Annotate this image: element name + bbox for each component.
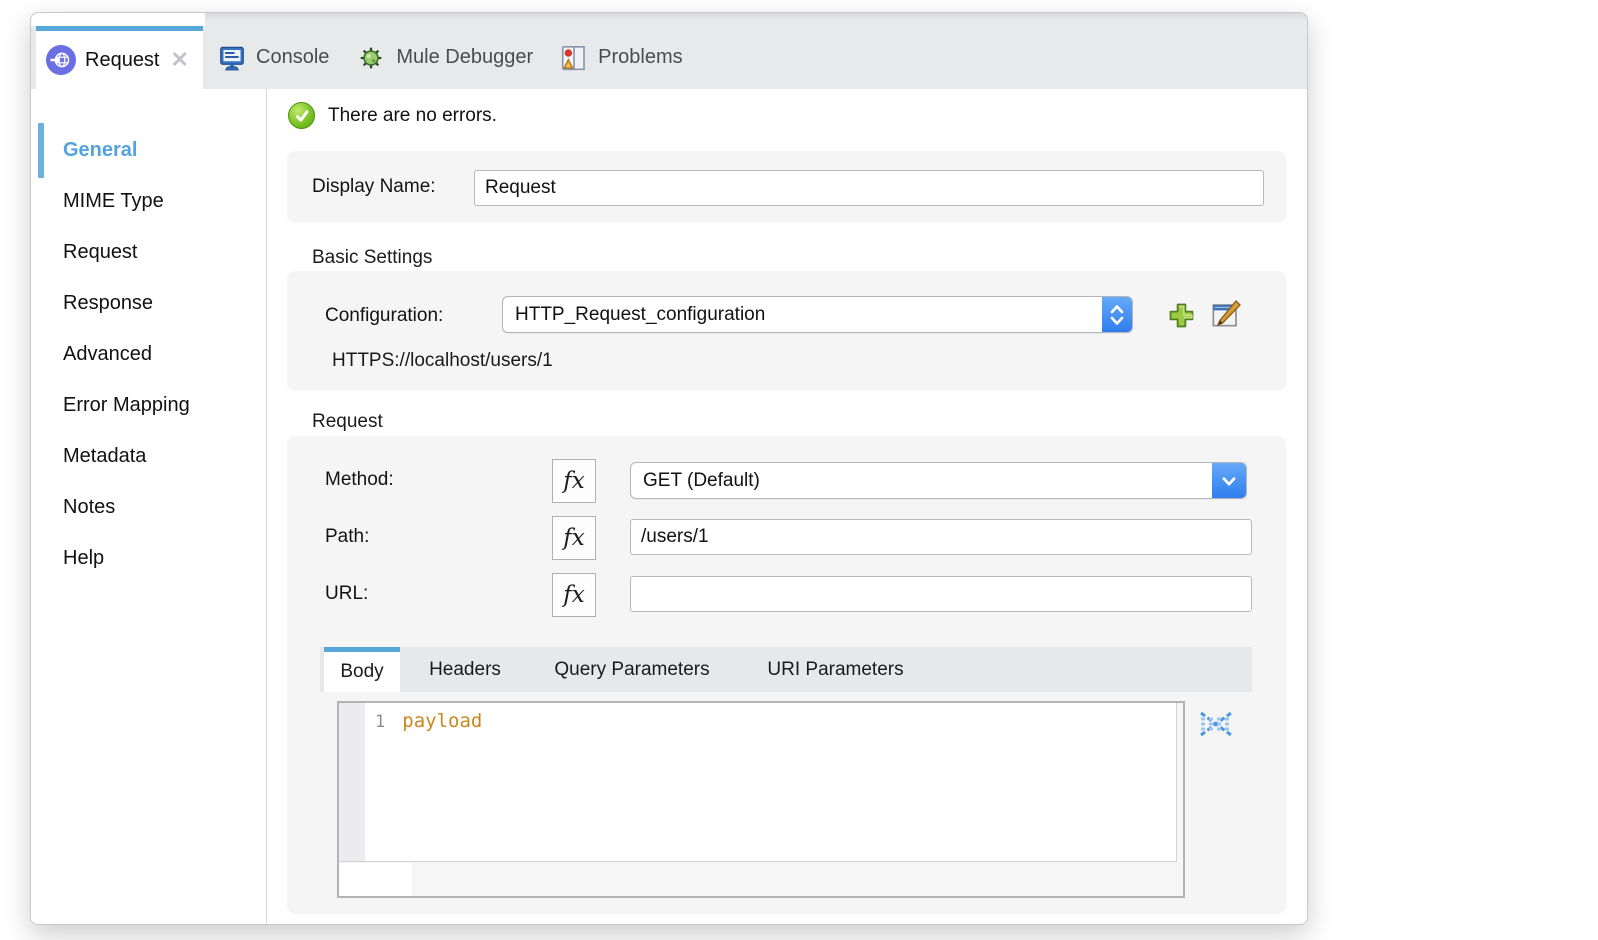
- tab-problems[interactable]: Problems: [559, 43, 682, 73]
- url-input[interactable]: [630, 576, 1252, 612]
- display-name-label: Display Name:: [312, 176, 436, 198]
- request-heading: Request: [312, 411, 383, 433]
- sidebar-item-label: Request: [63, 241, 138, 264]
- body-expression-editor[interactable]: 1 payload: [337, 701, 1185, 898]
- path-label: Path:: [325, 526, 369, 548]
- sidebar-item-general[interactable]: General: [31, 125, 266, 176]
- fx-expression-button-path[interactable]: fx: [552, 516, 596, 560]
- fx-expression-button-method[interactable]: fx: [552, 459, 596, 503]
- add-configuration-button[interactable]: [1166, 300, 1197, 331]
- sidebar-item-response[interactable]: Response: [31, 278, 266, 329]
- tab-console[interactable]: Console: [217, 43, 329, 73]
- console-icon: [217, 43, 247, 73]
- sidebar-item-mime-type[interactable]: MIME Type: [31, 176, 266, 227]
- method-label: Method:: [325, 469, 394, 491]
- display-name-input[interactable]: [474, 170, 1264, 206]
- properties-content: General MIME Type Request Response Advan…: [31, 89, 1307, 924]
- line-number: 1: [375, 712, 385, 732]
- sidebar-item-label: General: [63, 139, 137, 162]
- sidebar-item-label: Advanced: [63, 343, 152, 366]
- close-icon[interactable]: ✕: [171, 49, 189, 71]
- editor-tabbar: Request ✕ Console: [31, 13, 1307, 89]
- request-subtabs: Body Headers Query Parameters URI Parame…: [320, 647, 1252, 692]
- request-panel: Method: fx GET (Default) Path: fx URL: f…: [287, 436, 1286, 914]
- sidebar-item-help[interactable]: Help: [31, 533, 266, 584]
- status-message: There are no errors.: [328, 105, 497, 127]
- path-input[interactable]: [630, 519, 1252, 555]
- tab-mule-debugger[interactable]: Mule Debugger: [355, 42, 533, 74]
- sidebar-item-label: Metadata: [63, 445, 146, 468]
- editor-bottom-corner: [339, 863, 412, 896]
- method-select[interactable]: GET (Default): [630, 462, 1247, 499]
- tab-problems-label: Problems: [598, 46, 682, 69]
- configuration-select[interactable]: HTTP_Request_configuration: [502, 296, 1133, 333]
- basic-settings-heading: Basic Settings: [312, 247, 432, 269]
- status-row: There are no errors.: [288, 102, 497, 129]
- sidebar-item-label: Error Mapping: [63, 394, 190, 417]
- properties-window: Request ✕ Console: [30, 12, 1308, 925]
- url-label: URL:: [325, 583, 368, 605]
- sidebar-item-label: Help: [63, 547, 104, 570]
- http-request-globe-icon: [46, 45, 76, 75]
- sidebar-item-request[interactable]: Request: [31, 227, 266, 278]
- chevron-down-icon: [1212, 463, 1246, 498]
- sidebar: General MIME Type Request Response Advan…: [31, 89, 267, 924]
- tab-request-label: Request: [85, 49, 160, 72]
- sidebar-item-metadata[interactable]: Metadata: [31, 431, 266, 482]
- method-value: GET (Default): [631, 470, 1212, 492]
- tabbar-top-gap: [31, 13, 205, 26]
- editor-gutter: [339, 703, 365, 861]
- tab-mule-debugger-label: Mule Debugger: [396, 46, 533, 69]
- configuration-label: Configuration:: [325, 305, 443, 327]
- editor-canvas[interactable]: 1 payload: [339, 703, 1177, 862]
- display-name-panel: Display Name:: [287, 151, 1286, 223]
- tab-request[interactable]: Request ✕: [36, 26, 203, 89]
- sidebar-item-error-mapping[interactable]: Error Mapping: [31, 380, 266, 431]
- active-indicator: [38, 123, 44, 178]
- subtab-uri-parameters[interactable]: URI Parameters: [748, 647, 923, 692]
- tab-console-label: Console: [256, 46, 329, 69]
- subtab-headers[interactable]: Headers: [415, 647, 515, 692]
- subtab-query-parameters[interactable]: Query Parameters: [532, 647, 732, 692]
- sidebar-item-advanced[interactable]: Advanced: [31, 329, 266, 380]
- code-payload: payload: [402, 710, 482, 732]
- sidebar-item-label: MIME Type: [63, 190, 164, 213]
- fx-expression-button-url[interactable]: fx: [552, 573, 596, 617]
- sidebar-item-label: Notes: [63, 496, 115, 519]
- bug-icon: [355, 42, 387, 74]
- configuration-value: HTTP_Request_configuration: [503, 304, 1102, 326]
- edit-configuration-button[interactable]: [1210, 299, 1242, 331]
- configuration-url-preview: HTTPS://localhost/users/1: [332, 350, 553, 372]
- sidebar-item-label: Response: [63, 292, 153, 315]
- stepper-arrows-icon: [1102, 297, 1132, 332]
- success-check-icon: [288, 102, 315, 129]
- problems-icon: [559, 43, 589, 73]
- sidebar-item-notes[interactable]: Notes: [31, 482, 266, 533]
- subtab-body[interactable]: Body: [324, 647, 400, 692]
- view-tabs: Console Mule: [217, 26, 683, 89]
- dataweave-icon[interactable]: [1199, 706, 1233, 742]
- basic-settings-panel: Configuration: HTTP_Request_configuratio…: [287, 271, 1286, 391]
- code-line: 1 payload: [365, 710, 482, 732]
- general-pane: There are no errors. Display Name: Basic…: [268, 89, 1307, 924]
